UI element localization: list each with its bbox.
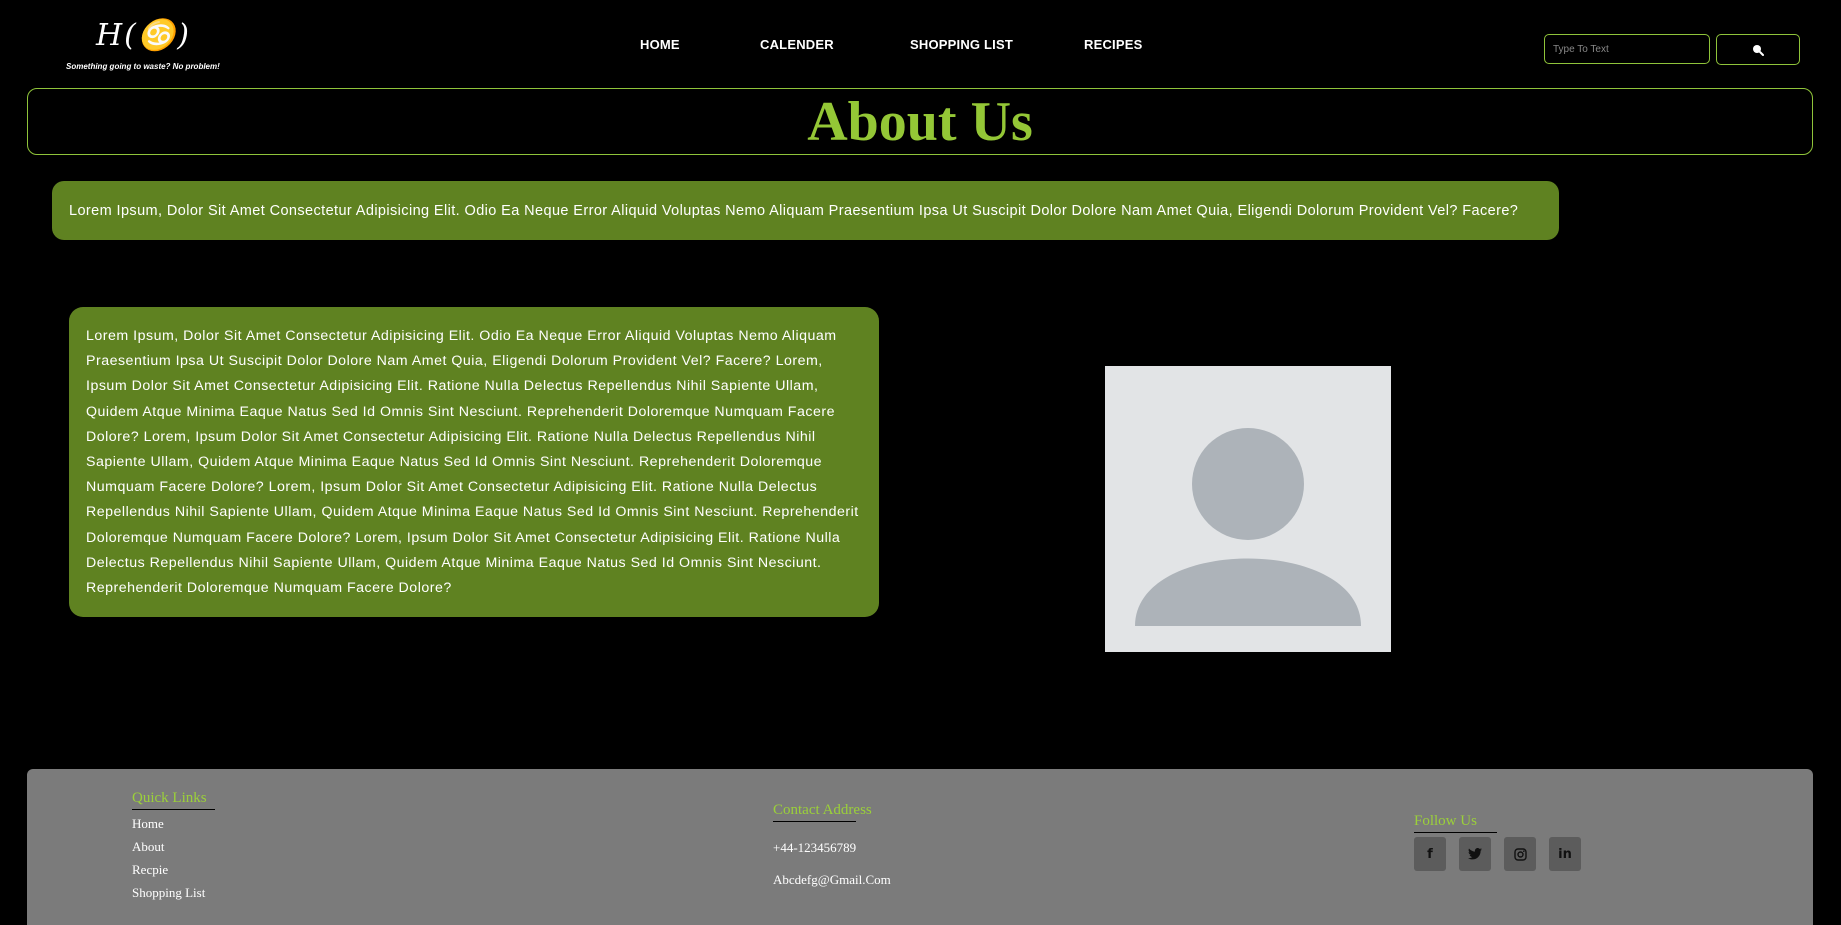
logo[interactable]: H(♋) Something going to waste? No proble… <box>66 18 220 74</box>
title-banner: About Us <box>27 88 1813 155</box>
footer-link-about[interactable]: About <box>132 839 215 855</box>
nav-recipes[interactable]: RECIPES <box>1084 37 1142 52</box>
contact-email: Abcdefg@Gmail.Com <box>773 872 891 887</box>
footer-link-shopping-list[interactable]: Shopping List <box>132 885 215 901</box>
contact-section: Contact Address +44-123456789 Abcdefg@Gm… <box>773 801 891 888</box>
search-button[interactable] <box>1716 34 1800 65</box>
nav-calender[interactable]: CALENDER <box>760 37 834 52</box>
contact-phone: +44-123456789 <box>773 840 857 855</box>
facebook-button[interactable]: f <box>1414 837 1446 871</box>
twitter-icon <box>1468 848 1482 860</box>
linkedin-icon: in <box>1558 846 1572 862</box>
instagram-icon <box>1513 847 1527 861</box>
nav-shopping-list[interactable]: SHOPPING LIST <box>910 37 1013 52</box>
quick-links-heading: Quick Links <box>132 790 215 810</box>
follow-heading: Follow Us <box>1414 813 1497 833</box>
logo-mark: H(♋) <box>96 18 191 53</box>
footer: Quick Links Home About Recpie Shopping L… <box>27 769 1813 925</box>
facebook-icon: f <box>1427 846 1433 862</box>
twitter-button[interactable] <box>1459 837 1491 871</box>
about-paragraph: Lorem Ipsum, Dolor Sit Amet Consectetur … <box>69 307 879 617</box>
page-title: About Us <box>807 90 1033 153</box>
contact-heading: Contact Address <box>773 802 872 822</box>
follow-section: Follow Us f in <box>1414 812 1581 871</box>
search-input[interactable] <box>1544 34 1710 64</box>
search-icon <box>1753 44 1764 56</box>
footer-link-recipe[interactable]: Recpie <box>132 862 215 878</box>
intro-text: Lorem Ipsum, Dolor Sit Amet Consectetur … <box>52 181 1559 240</box>
quick-links-section: Quick Links Home About Recpie Shopping L… <box>132 789 215 901</box>
linkedin-button[interactable]: in <box>1549 837 1581 871</box>
logo-tagline: Something going to waste? No problem! <box>66 62 220 71</box>
nav-home[interactable]: HOME <box>640 37 680 52</box>
footer-link-home[interactable]: Home <box>132 816 215 832</box>
avatar <box>1105 366 1391 652</box>
user-placeholder-icon <box>1135 428 1361 626</box>
instagram-button[interactable] <box>1504 837 1536 871</box>
